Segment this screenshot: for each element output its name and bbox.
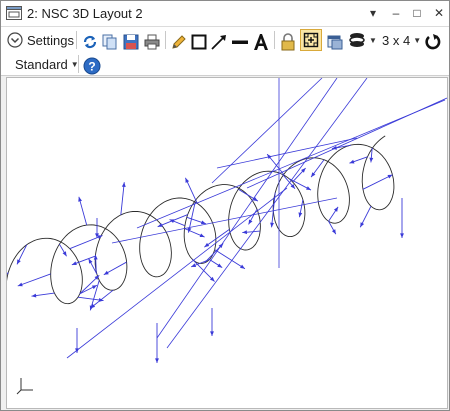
maximize-button[interactable]: □: [407, 4, 427, 22]
layers-dropdown[interactable]: ▼: [348, 29, 377, 51]
fit-button[interactable]: [300, 29, 322, 51]
title-bar: 2: NSC 3D Layout 2 ▾ – □ ✕: [1, 1, 449, 27]
chevron-down-circle-icon: [7, 32, 23, 48]
nsc-3d-layout-window: 2: NSC 3D Layout 2 ▾ – □ ✕ Settings ▼ 3 …: [0, 0, 450, 411]
ray-arrowhead: [298, 212, 303, 218]
ray-arrowhead: [75, 348, 79, 353]
ray-arrowhead: [240, 264, 245, 269]
ray-segment: [66, 187, 288, 359]
main-toolbar: Settings ▼ 3 x 4 ▼: [1, 27, 449, 53]
ray-segment: [156, 78, 338, 339]
secondary-toolbar: Standard ▼ ?: [1, 53, 449, 76]
ray-segment: [69, 235, 103, 250]
window-title: 2: NSC 3D Layout 2: [27, 6, 143, 21]
minimize-button[interactable]: –: [386, 4, 406, 22]
ray-segment: [136, 99, 446, 229]
ray-arrowhead: [31, 293, 37, 298]
ray-arrowhead: [349, 159, 355, 164]
layers-icon: [349, 33, 365, 47]
layout-window-icon: [6, 6, 22, 20]
ray-arrowhead: [333, 206, 339, 212]
caret-down-icon: ▼: [369, 35, 377, 45]
help-icon[interactable]: ?: [83, 55, 101, 77]
ray-arrowhead: [400, 233, 404, 238]
print-icon[interactable]: [143, 31, 161, 53]
text-icon[interactable]: [252, 31, 270, 53]
ray-arrowhead: [210, 331, 214, 336]
ray-arrowhead: [217, 263, 223, 268]
arrow-icon[interactable]: [210, 31, 228, 53]
ray-arrowhead: [311, 172, 316, 178]
lock-icon[interactable]: [279, 31, 297, 53]
layout-dropdown-label: 3 x 4: [382, 32, 411, 48]
layout-dropdown[interactable]: 3 x 4 ▼: [382, 29, 421, 51]
ray-segment: [192, 258, 215, 282]
ray-arrowhead: [71, 261, 77, 266]
copy-icon[interactable]: [101, 31, 119, 53]
ray-arrowhead: [155, 358, 159, 363]
ray-arrowhead: [17, 282, 23, 287]
ray-arrowhead: [93, 254, 98, 260]
caret-down-icon: ▼: [413, 35, 422, 45]
line-icon[interactable]: [231, 31, 249, 53]
window-menu-button[interactable]: ▾: [363, 4, 383, 22]
ray-segment: [188, 202, 196, 233]
toolbar-separator: [76, 31, 77, 49]
toolbar-separator: [274, 31, 275, 49]
ray-arrowhead: [78, 196, 82, 202]
ray-arrowhead: [191, 263, 197, 267]
window-icon[interactable]: [326, 31, 344, 53]
ray-segment: [362, 174, 393, 190]
ray-arrowhead: [242, 230, 248, 235]
ray-arrowhead: [204, 242, 210, 248]
toolbar-separator: [165, 31, 166, 49]
helix-geometry: [7, 135, 395, 305]
ray-arrowhead: [200, 220, 206, 225]
ray-segment: [271, 192, 276, 228]
standard-dropdown-label: Standard: [15, 56, 68, 72]
ray-segment: [120, 182, 125, 215]
nsc-3d-layout-plot: [7, 78, 447, 395]
ray-segment: [211, 78, 323, 184]
save-icon[interactable]: [122, 31, 140, 53]
pencil-icon[interactable]: [170, 31, 188, 53]
axis-indicator-z: [16, 389, 22, 395]
standard-dropdown[interactable]: Standard ▼: [15, 53, 79, 75]
toolbar-separator: [78, 55, 79, 73]
svg-text:?: ?: [88, 60, 95, 74]
ray-segment: [89, 280, 100, 311]
ray-segment: [166, 78, 368, 349]
close-button[interactable]: ✕: [429, 4, 449, 22]
fit-icon: [303, 32, 319, 48]
refresh-icon[interactable]: [81, 31, 99, 53]
rectangle-icon[interactable]: [190, 31, 208, 53]
ray-segment: [246, 97, 447, 189]
layout-canvas[interactable]: [6, 77, 448, 409]
settings-button[interactable]: Settings: [7, 29, 74, 51]
ray-segment: [17, 273, 51, 287]
rotate-icon[interactable]: [424, 31, 442, 53]
settings-label: Settings: [27, 32, 74, 48]
